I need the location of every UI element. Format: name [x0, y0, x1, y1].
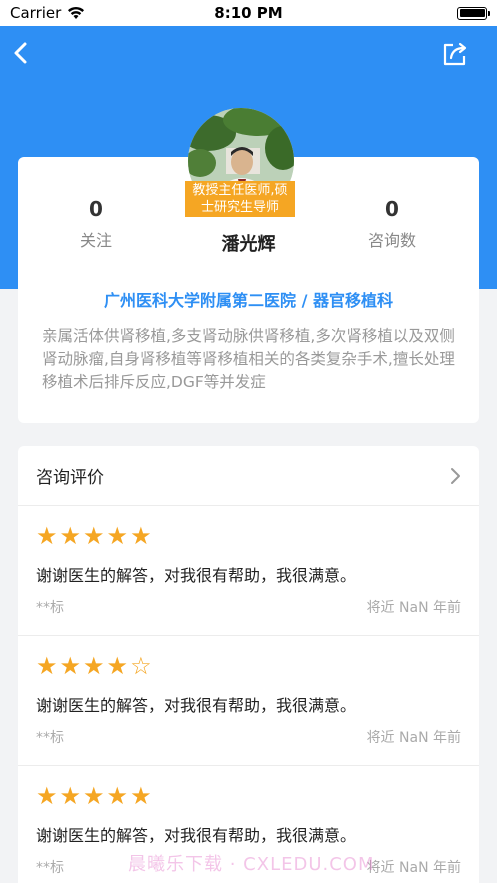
- rating-stars: ★★★★★: [36, 782, 154, 810]
- review-meta: **标 将近 NaN 年前: [36, 597, 461, 617]
- review-text: 谢谢医生的解答，对我很有帮助，我很满意。: [36, 566, 357, 585]
- battery-icon: [457, 6, 490, 20]
- status-bar: Carrier 8:10 PM: [0, 0, 497, 26]
- review-meta: **标 将近 NaN 年前: [36, 857, 461, 877]
- share-icon: [443, 42, 467, 66]
- wifi-icon: [68, 6, 85, 19]
- share-button[interactable]: [441, 40, 469, 68]
- review-time: 将近 NaN 年前: [366, 600, 461, 616]
- consult-label: 咨询数: [367, 231, 416, 250]
- review-item: ★★★★☆ 谢谢医生的解答，对我很有帮助，我很满意。 **标 将近 NaN 年前: [18, 636, 479, 766]
- review-user: **标: [36, 860, 64, 876]
- doctor-title-tag: 教授主任医师,硕士研究生导师: [185, 181, 295, 217]
- chevron-right-icon: [451, 467, 460, 484]
- reviews-header[interactable]: 咨询评价: [18, 446, 479, 506]
- chevron-left-icon: [14, 42, 27, 64]
- review-text: 谢谢医生的解答，对我很有帮助，我很满意。: [36, 826, 357, 845]
- rating-stars: ★★★★☆: [36, 652, 154, 680]
- review-item: ★★★★★ 谢谢医生的解答，对我很有帮助，我很满意。 **标 将近 NaN 年前: [18, 506, 479, 636]
- review-user: **标: [36, 600, 64, 616]
- back-button[interactable]: [6, 38, 36, 68]
- review-item: ★★★★★ 谢谢医生的解答，对我很有帮助，我很满意。 **标 将近 NaN 年前: [18, 766, 479, 883]
- reviews-title: 咨询评价: [36, 468, 104, 488]
- rating-stars: ★★★★★: [36, 522, 154, 550]
- reviews-card: 咨询评价 ★★★★★ 谢谢医生的解答，对我很有帮助，我很满意。 **标 将近 N…: [18, 446, 479, 883]
- review-user: **标: [36, 730, 64, 746]
- consult-stat[interactable]: 0 咨询数: [332, 197, 452, 251]
- carrier-label: Carrier: [10, 4, 62, 22]
- review-time: 将近 NaN 年前: [366, 860, 461, 876]
- hospital-department: 广州医科大学附属第二医院 / 器官移植科: [104, 291, 393, 310]
- consult-count: 0: [385, 197, 399, 221]
- review-time: 将近 NaN 年前: [366, 730, 461, 746]
- review-text: 谢谢医生的解答，对我很有帮助，我很满意。: [36, 696, 357, 715]
- status-left: Carrier: [10, 4, 85, 22]
- review-meta: **标 将近 NaN 年前: [36, 727, 461, 747]
- battery-fill: [459, 9, 485, 17]
- follow-count: 0: [89, 197, 103, 221]
- doctor-specialty: 亲属活体供肾移植,多支肾动脉供肾移植,多次肾移植以及双侧肾动脉瘤,自身肾移植等肾…: [42, 327, 455, 391]
